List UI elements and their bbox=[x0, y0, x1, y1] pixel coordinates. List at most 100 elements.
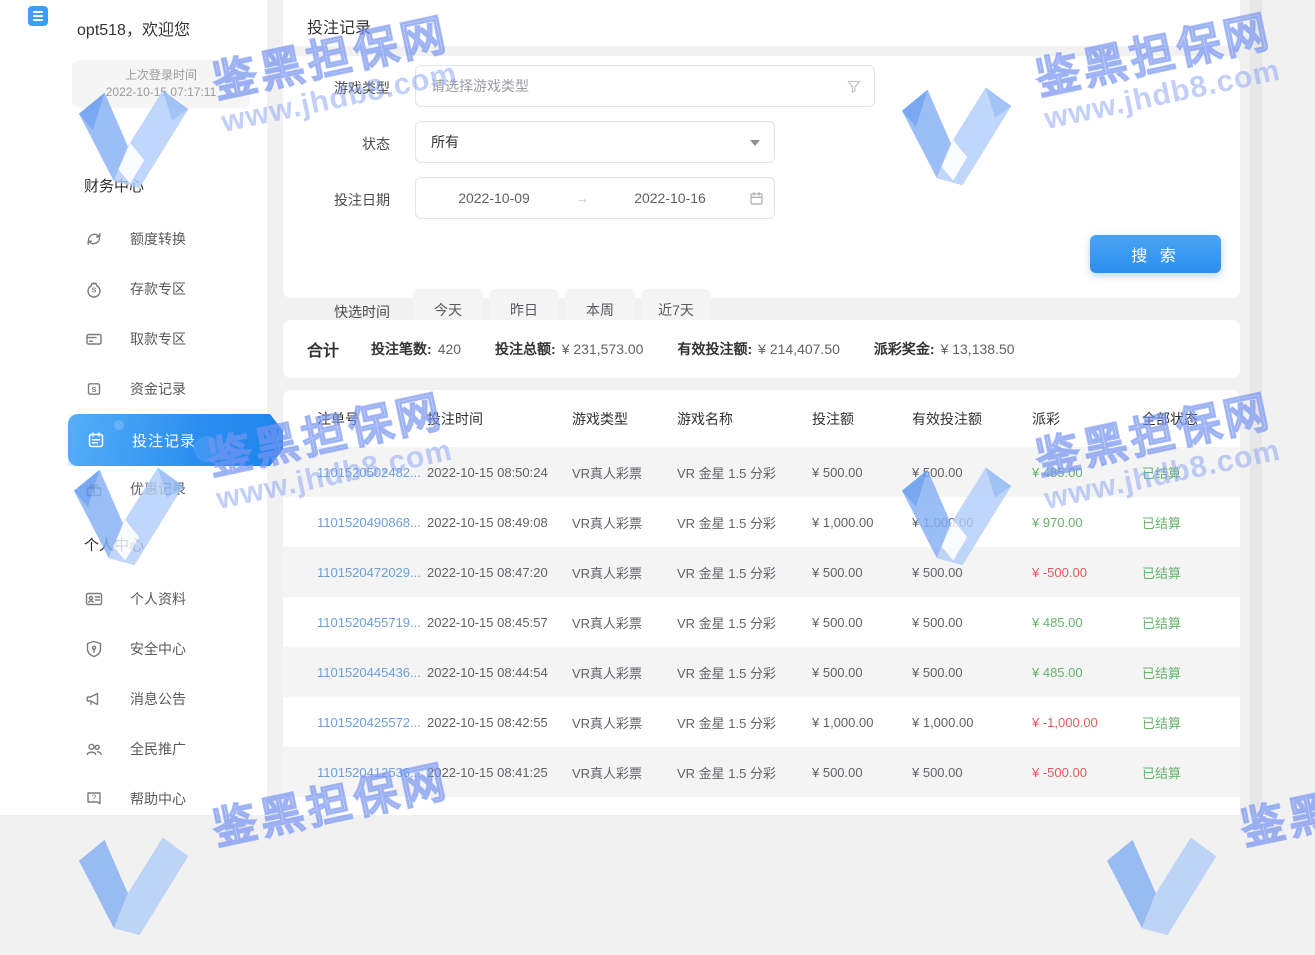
sidebar-item-bet-records-active[interactable]: 投注记录 bbox=[68, 414, 290, 466]
quick-time-label: 快选时间 bbox=[319, 302, 390, 322]
watermark: 鉴黑担保网 bbox=[72, 795, 482, 955]
payout-amount: ¥ 970.00 bbox=[1032, 515, 1142, 530]
order-link[interactable]: 1101520425572... bbox=[317, 715, 427, 730]
sidebar-item-fund-records[interactable]: S 资金记录 bbox=[84, 378, 264, 400]
valid-bet-label: 有效投注额: bbox=[677, 339, 752, 359]
game-type: VR真人彩票 bbox=[572, 763, 677, 782]
watermark: 鉴黑担保网 bbox=[1100, 795, 1315, 955]
sidebar-item-promo-records[interactable]: 优惠记录 bbox=[84, 478, 264, 500]
date-range-picker[interactable]: 2022-10-09 → 2022-10-16 bbox=[415, 177, 775, 219]
last-login-label: 上次登录时间 bbox=[125, 67, 197, 84]
megaphone-icon bbox=[84, 689, 104, 709]
game-type: VR真人彩票 bbox=[572, 613, 677, 632]
payout-amount: ¥ 485.00 bbox=[1032, 665, 1142, 680]
help-icon: ? bbox=[84, 789, 104, 809]
bet-time: 2022-10-15 08:50:24 bbox=[427, 465, 572, 480]
svg-text:?: ? bbox=[92, 794, 97, 803]
sidebar-item-label: 全民推广 bbox=[130, 739, 186, 759]
valid-bet-amount: ¥ 500.00 bbox=[912, 565, 1032, 580]
order-link[interactable]: 1101520472029... bbox=[317, 565, 427, 580]
order-link[interactable]: 1101520490868... bbox=[317, 515, 427, 530]
summary-bar: 合计 投注笔数:420 投注总额:¥ 231,573.00 有效投注额:¥ 21… bbox=[283, 320, 1240, 378]
watermark-logo-icon bbox=[1100, 825, 1228, 943]
watermark-brand: 鉴黑担保网 bbox=[1234, 745, 1315, 858]
game-type-label: 游戏类型 bbox=[319, 78, 390, 98]
sidebar-item-label: 个人资料 bbox=[130, 589, 186, 609]
bet-time: 2022-10-15 08:44:54 bbox=[427, 665, 572, 680]
bet-count-label: 投注笔数: bbox=[371, 339, 432, 359]
content-header: 投注记录 bbox=[283, 0, 1240, 46]
order-link[interactable]: 1101520412536... bbox=[317, 765, 427, 780]
order-link[interactable]: 1101520455719... bbox=[317, 615, 427, 630]
sidebar-item-label: 投注记录 bbox=[132, 430, 196, 451]
sidebar-item-withdraw[interactable]: 取款专区 bbox=[84, 328, 264, 350]
section-title-finance: 财务中心 bbox=[84, 175, 144, 196]
table-row: 1101520425572... 2022-10-15 08:42:55 VR真… bbox=[283, 697, 1240, 747]
bet-amount: ¥ 500.00 bbox=[812, 465, 912, 480]
bet-amount: ¥ 1,000.00 bbox=[812, 515, 912, 530]
col-game-type: 游戏类型 bbox=[572, 409, 677, 429]
sidebar-item-label: 资金记录 bbox=[130, 379, 186, 399]
game-name: VR 金星 1.5 分彩 bbox=[677, 763, 812, 782]
game-type: VR真人彩票 bbox=[572, 713, 677, 732]
date-from-value[interactable]: 2022-10-09 bbox=[416, 190, 572, 206]
svg-text:S: S bbox=[92, 288, 97, 295]
search-button[interactable]: 搜 索 bbox=[1090, 235, 1221, 273]
payout-amount: ¥ 485.00 bbox=[1032, 615, 1142, 630]
sidebar-item-profile[interactable]: 个人资料 bbox=[84, 588, 264, 610]
bet-amount: ¥ 500.00 bbox=[812, 665, 912, 680]
bet-amount: ¥ 500.00 bbox=[812, 565, 912, 580]
bet-amount: ¥ 500.00 bbox=[812, 765, 912, 780]
status-badge: 已结算 bbox=[1142, 463, 1240, 482]
last-login-time: 2022-10-15 07:17:11 bbox=[106, 84, 217, 101]
order-link[interactable]: 1101520445436... bbox=[317, 665, 427, 680]
vertical-scrollbar[interactable] bbox=[1250, 0, 1262, 815]
calendar-icon bbox=[86, 430, 106, 450]
bet-time: 2022-10-15 08:42:55 bbox=[427, 715, 572, 730]
sidebar-item-deposit[interactable]: S 存款专区 bbox=[84, 278, 264, 300]
valid-bet-amount: ¥ 500.00 bbox=[912, 465, 1032, 480]
page-title: 投注记录 bbox=[307, 14, 371, 38]
last-login-box: 上次登录时间 2022-10-15 07:17:11 bbox=[72, 60, 250, 108]
col-game-name: 游戏名称 bbox=[677, 409, 812, 429]
bet-time: 2022-10-15 08:47:20 bbox=[427, 565, 572, 580]
table-row: 1101520472029... 2022-10-15 08:47:20 VR真… bbox=[283, 547, 1240, 597]
bankcard-icon bbox=[84, 329, 104, 349]
table-body: 1101520502482... 2022-10-15 08:50:24 VR真… bbox=[283, 447, 1240, 797]
col-time: 投注时间 bbox=[427, 409, 572, 429]
sidebar-item-label: 存款专区 bbox=[130, 279, 186, 299]
date-to-value[interactable]: 2022-10-16 bbox=[592, 190, 748, 206]
transfer-icon bbox=[84, 229, 104, 249]
sidebar-item-messages[interactable]: 消息公告 bbox=[84, 688, 264, 710]
table-row: 1101520502482... 2022-10-15 08:50:24 VR真… bbox=[283, 447, 1240, 497]
sidebar-item-help[interactable]: ? 帮助中心 bbox=[84, 788, 264, 810]
valid-bet-amount: ¥ 1,000.00 bbox=[912, 715, 1032, 730]
game-name: VR 金星 1.5 分彩 bbox=[677, 463, 812, 482]
payout-amount: ¥ -500.00 bbox=[1032, 565, 1142, 580]
status-select[interactable]: 所有 bbox=[415, 121, 775, 163]
table-row: 1101520445436... 2022-10-15 08:44:54 VR真… bbox=[283, 647, 1240, 697]
sidebar-item-label: 取款专区 bbox=[130, 329, 186, 349]
sidebar-item-referral[interactable]: 全民推广 bbox=[84, 738, 264, 760]
sidebar-item-security[interactable]: 安全中心 bbox=[84, 638, 264, 660]
bet-time: 2022-10-15 08:49:08 bbox=[427, 515, 572, 530]
game-type: VR真人彩票 bbox=[572, 513, 677, 532]
game-name: VR 金星 1.5 分彩 bbox=[677, 713, 812, 732]
order-link[interactable]: 1101520502482... bbox=[317, 465, 427, 480]
id-card-icon bbox=[84, 589, 104, 609]
table-row: 1101520412536... 2022-10-15 08:41:25 VR真… bbox=[283, 747, 1240, 797]
game-type: VR真人彩票 bbox=[572, 463, 677, 482]
records-table: 注单号 投注时间 游戏类型 游戏名称 投注额 有效投注额 派彩 全部状态 110… bbox=[283, 390, 1240, 815]
payout-amount: ¥ -1,000.00 bbox=[1032, 715, 1142, 730]
game-type-select[interactable]: 请选择游戏类型 bbox=[415, 65, 875, 107]
table-row: 1101520455719... 2022-10-15 08:45:57 VR真… bbox=[283, 597, 1240, 647]
sidebar-item-quota-transfer[interactable]: 额度转换 bbox=[84, 228, 264, 250]
game-type-placeholder: 请选择游戏类型 bbox=[431, 76, 529, 96]
filter-panel: 游戏类型 请选择游戏类型 状态 所有 投注日期 2022-10-09 → 202… bbox=[283, 56, 1240, 298]
payout-amount: ¥ 485.00 bbox=[1032, 465, 1142, 480]
bet-time: 2022-10-15 08:45:57 bbox=[427, 615, 572, 630]
total-bet-label: 投注总额: bbox=[495, 339, 556, 359]
shield-icon bbox=[84, 639, 104, 659]
gift-icon bbox=[84, 479, 104, 499]
col-order: 注单号 bbox=[317, 409, 427, 429]
